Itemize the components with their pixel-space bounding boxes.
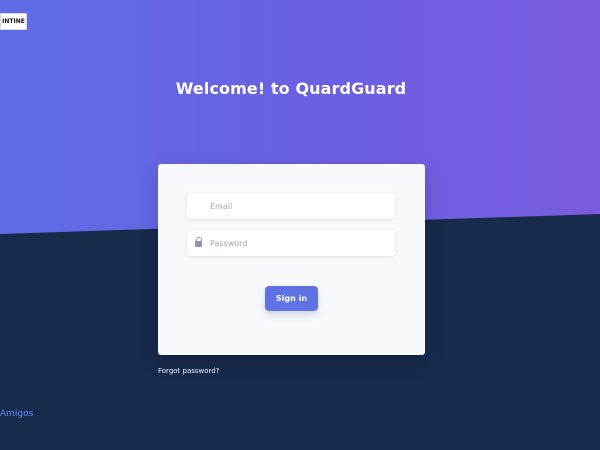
email-input[interactable] <box>210 193 388 219</box>
footer-link-amigos[interactable]: Amigos <box>0 409 33 419</box>
sign-in-button[interactable]: Sign in <box>265 286 318 311</box>
login-card: Sign in <box>158 164 425 355</box>
login-page: INTINE Welcome! to QuardGuard Sign in Fo… <box>0 0 600 450</box>
lock-body <box>195 241 202 247</box>
email-field[interactable] <box>187 193 395 219</box>
brand-badge: INTINE <box>0 13 27 30</box>
forgot-password-link[interactable]: Forgot password? <box>158 367 219 375</box>
lock-icon <box>195 237 203 248</box>
password-field[interactable] <box>187 230 395 256</box>
mail-icon <box>194 201 205 211</box>
password-input[interactable] <box>210 230 388 256</box>
page-title: Welcome! to QuardGuard <box>175 79 407 98</box>
